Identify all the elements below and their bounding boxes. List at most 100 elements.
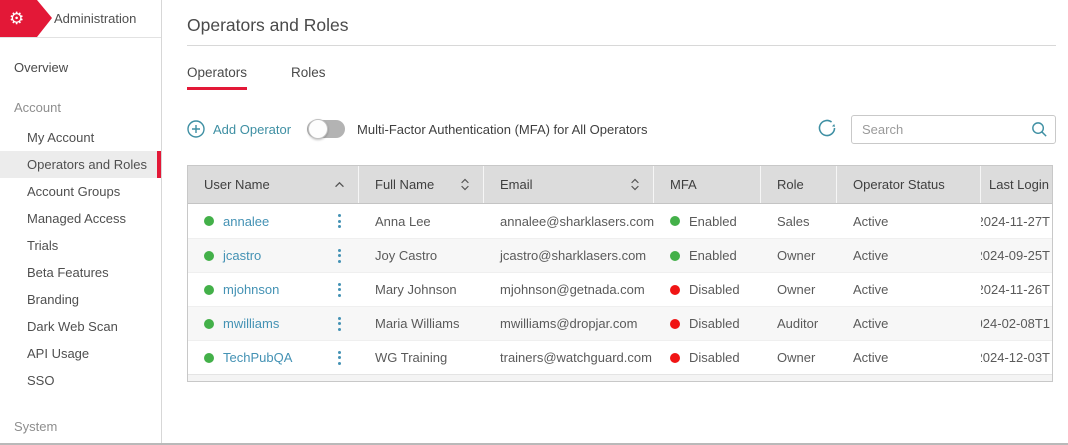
sort-asc-icon <box>334 181 345 188</box>
sort-both-icon <box>630 178 640 191</box>
mfa-status-icon <box>670 319 680 329</box>
mfa-cell: Disabled <box>654 350 761 365</box>
app-title: Administration <box>54 0 136 37</box>
operator-status-cell: Active <box>837 316 981 331</box>
online-status-icon <box>204 319 214 329</box>
table-row: jcastro Joy Castro jcastro@sharklasers.c… <box>188 238 1052 272</box>
sidebar-item-dark-web-scan[interactable]: Dark Web Scan <box>0 313 161 340</box>
full-name-cell: Mary Johnson <box>359 282 484 297</box>
tab-bar: Operators Roles <box>187 65 1056 90</box>
username-link[interactable]: jcastro <box>223 248 261 263</box>
add-operator-button[interactable]: Add Operator <box>187 120 291 138</box>
full-name-cell: Maria Williams <box>359 316 484 331</box>
row-actions-menu-icon[interactable] <box>336 247 343 265</box>
email-cell: mjohnson@getnada.com <box>484 282 654 297</box>
search-input[interactable] <box>851 115 1056 144</box>
sidebar: ⚙ Administration Overview Account My Acc… <box>0 0 162 443</box>
table-row: mwilliams Maria Williams mwilliams@dropj… <box>188 306 1052 340</box>
operator-status-cell: Active <box>837 282 981 297</box>
role-cell: Owner <box>761 282 837 297</box>
page-title: Operators and Roles <box>187 15 1056 36</box>
operator-status-cell: Active <box>837 350 981 365</box>
mfa-toggle-label: Multi-Factor Authentication (MFA) for Al… <box>357 122 647 137</box>
online-status-icon <box>204 216 214 226</box>
role-cell: Auditor <box>761 316 837 331</box>
refresh-button[interactable] <box>815 117 839 141</box>
email-cell: trainers@watchguard.com <box>484 350 654 365</box>
sidebar-section-account: Account <box>0 99 161 117</box>
mfa-status-icon <box>670 285 680 295</box>
search-icon[interactable] <box>1030 120 1049 139</box>
row-actions-menu-icon[interactable] <box>336 281 343 299</box>
username-link[interactable]: TechPubQA <box>223 350 292 365</box>
mfa-cell: Enabled <box>654 214 761 229</box>
sidebar-item-operators-and-roles[interactable]: Operators and Roles <box>0 151 161 178</box>
table-row: TechPubQA WG Training trainers@watchguar… <box>188 340 1052 374</box>
sidebar-item-managed-access[interactable]: Managed Access <box>0 205 161 232</box>
main-content: Operators and Roles Operators Roles Add … <box>163 0 1068 443</box>
column-header-operator-status[interactable]: Operator Status <box>837 166 981 203</box>
table-footer-strip <box>188 374 1052 381</box>
username-link[interactable]: annalee <box>223 214 269 229</box>
sidebar-item-account-groups[interactable]: Account Groups <box>0 178 161 205</box>
online-status-icon <box>204 251 214 261</box>
tab-operators[interactable]: Operators <box>187 65 247 90</box>
toolbar: Add Operator Multi-Factor Authentication… <box>187 114 1056 144</box>
username-link[interactable]: mjohnson <box>223 282 279 297</box>
mfa-status-icon <box>670 353 680 363</box>
table-header-row: User Name Full Name Email MFA <box>188 166 1052 204</box>
last-login-cell: 2024-02-08T1 <box>981 316 1052 331</box>
role-cell: Owner <box>761 350 837 365</box>
user-name-cell: mjohnson <box>188 281 359 299</box>
mfa-status-icon <box>670 251 680 261</box>
column-header-full-name[interactable]: Full Name <box>359 166 484 203</box>
column-header-last-login[interactable]: Last Login <box>981 166 1052 203</box>
search-box <box>851 115 1056 144</box>
full-name-cell: WG Training <box>359 350 484 365</box>
table-row: annalee Anna Lee annalee@sharklasers.com… <box>188 204 1052 238</box>
mfa-all-toggle[interactable] <box>307 120 345 138</box>
user-name-cell: TechPubQA <box>188 349 359 367</box>
last-login-cell: 2024-09-25T <box>981 248 1052 263</box>
column-header-email[interactable]: Email <box>484 166 654 203</box>
user-name-cell: annalee <box>188 212 359 230</box>
last-login-cell: 2024-11-26T <box>981 282 1052 297</box>
sidebar-item-api-usage[interactable]: API Usage <box>0 340 161 367</box>
brand-flag: ⚙ <box>0 0 52 37</box>
online-status-icon <box>204 285 214 295</box>
role-cell: Owner <box>761 248 837 263</box>
operator-status-cell: Active <box>837 248 981 263</box>
role-cell: Sales <box>761 214 837 229</box>
column-header-user-name[interactable]: User Name <box>188 166 359 203</box>
row-actions-menu-icon[interactable] <box>336 349 343 367</box>
table-body: annalee Anna Lee annalee@sharklasers.com… <box>188 204 1052 374</box>
sidebar-item-trials[interactable]: Trials <box>0 232 161 259</box>
last-login-cell: 2024-12-03T <box>981 350 1052 365</box>
email-cell: annalee@sharklasers.com <box>484 214 654 229</box>
row-actions-menu-icon[interactable] <box>336 212 343 230</box>
operators-table: User Name Full Name Email MFA <box>187 165 1053 382</box>
last-login-cell: 2024-11-27T <box>981 214 1052 229</box>
mfa-cell: Enabled <box>654 248 761 263</box>
sidebar-item-my-account[interactable]: My Account <box>0 124 161 151</box>
sidebar-nav: Overview Account My Account Operators an… <box>0 38 161 436</box>
row-actions-menu-icon[interactable] <box>336 315 343 333</box>
sidebar-item-branding[interactable]: Branding <box>0 286 161 313</box>
mfa-status-icon <box>670 216 680 226</box>
column-header-mfa[interactable]: MFA <box>654 166 761 203</box>
online-status-icon <box>204 353 214 363</box>
refresh-icon <box>816 117 838 139</box>
column-header-role[interactable]: Role <box>761 166 837 203</box>
tab-roles[interactable]: Roles <box>291 65 326 90</box>
user-name-cell: mwilliams <box>188 315 359 333</box>
add-operator-label: Add Operator <box>213 122 291 137</box>
sidebar-item-beta-features[interactable]: Beta Features <box>0 259 161 286</box>
toolbar-right <box>815 115 1056 144</box>
username-link[interactable]: mwilliams <box>223 316 279 331</box>
mfa-cell: Disabled <box>654 282 761 297</box>
sidebar-item-sso[interactable]: SSO <box>0 367 161 394</box>
user-name-cell: jcastro <box>188 247 359 265</box>
sidebar-item-overview[interactable]: Overview <box>0 54 161 82</box>
email-cell: mwilliams@dropjar.com <box>484 316 654 331</box>
full-name-cell: Joy Castro <box>359 248 484 263</box>
